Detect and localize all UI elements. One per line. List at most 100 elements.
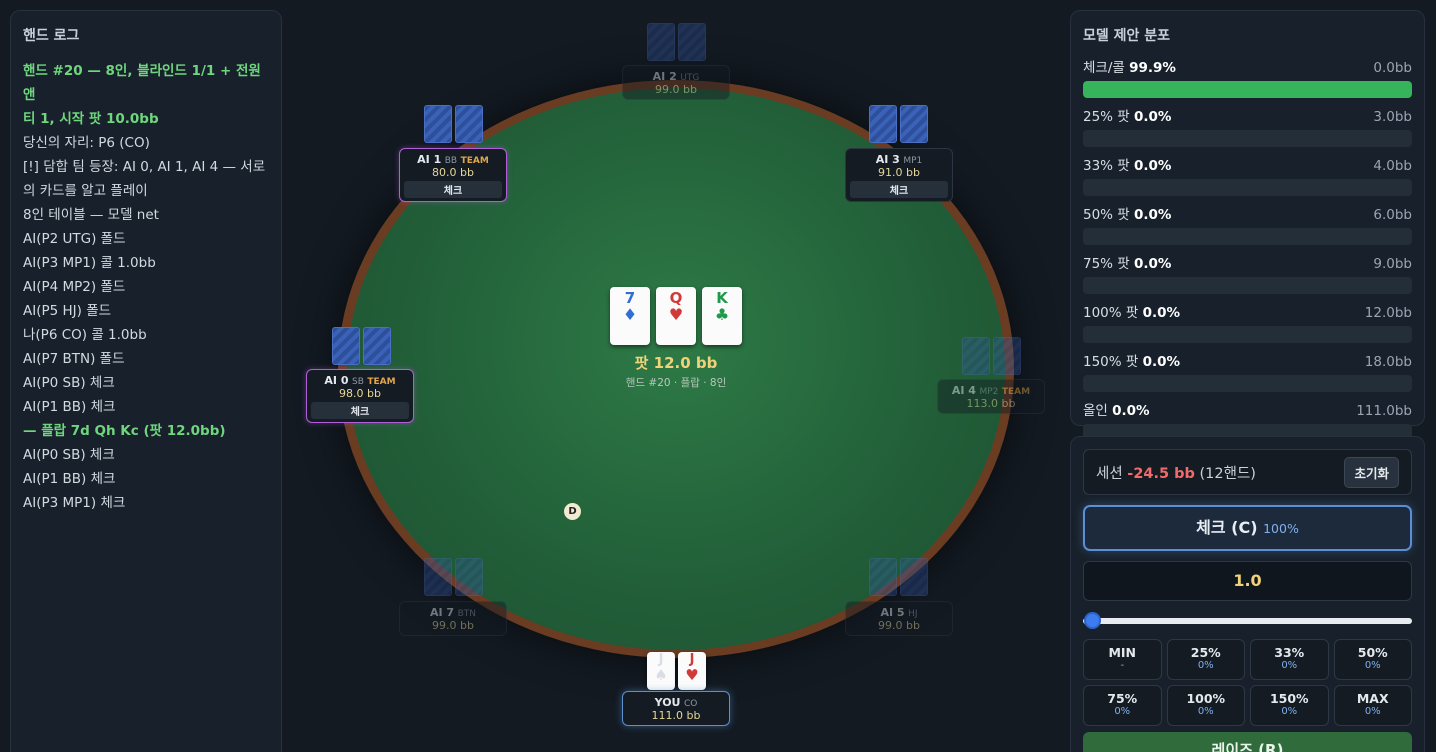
card-rank: J xyxy=(658,652,664,667)
bet-size-sub: - xyxy=(1120,660,1125,671)
bet-size-sub: 0% xyxy=(1364,706,1381,717)
distribution-percent: 0.0% xyxy=(1134,207,1172,223)
pot-subtitle: 핸드 #20 · 플랍 · 8인 xyxy=(625,377,727,389)
log-line: 핸드 #20 — 8인, 블라인드 1/1 + 전원 앤 xyxy=(23,63,261,103)
seat-stack: 80.0 bb xyxy=(432,166,474,179)
seat-name: AI 1 xyxy=(417,153,442,166)
seat-name: AI 0 xyxy=(324,374,349,387)
bet-size-button[interactable]: 75% 0% xyxy=(1083,685,1162,726)
distribution-row: 100% 팟 0.0% 12.0bb xyxy=(1083,304,1412,343)
distribution-bb: 111.0bb xyxy=(1356,403,1412,419)
distribution-bb: 0.0bb xyxy=(1373,60,1412,76)
seat-ai3: AI 3 MP1 91.0 bb 체크 xyxy=(845,148,953,202)
log-line: 의 카드를 알고 플레이 xyxy=(23,183,148,199)
seat-name: AI 3 xyxy=(875,153,900,166)
slider-handle[interactable] xyxy=(1084,612,1101,629)
distribution-label: 25% 팟 xyxy=(1083,109,1130,125)
distribution-bb: 12.0bb xyxy=(1364,305,1412,321)
distribution-bar-track xyxy=(1083,375,1412,392)
card-back xyxy=(678,23,706,61)
card-back xyxy=(647,23,675,61)
seat-ai5: AI 5 HJ 99.0 bb xyxy=(845,601,953,636)
distribution-label: 150% 팟 xyxy=(1083,354,1139,370)
seat-ai1: AI 1 BB TEAM 80.0 bb 체크 xyxy=(399,148,507,202)
bet-size-button[interactable]: 150% 0% xyxy=(1250,685,1329,726)
team-badge: TEAM xyxy=(367,377,396,387)
seat-position: MP2 xyxy=(979,387,999,397)
distribution-bar-track xyxy=(1083,326,1412,343)
bet-size-button[interactable]: MAX 0% xyxy=(1333,685,1412,726)
raise-button[interactable]: 레이즈 (R) xyxy=(1083,732,1412,752)
seat-position: UTG xyxy=(680,73,700,83)
distribution-row: 25% 팟 0.0% 3.0bb xyxy=(1083,108,1412,147)
log-line: AI(P3 MP1) 체크 xyxy=(23,495,126,511)
bet-size-label: 75% xyxy=(1107,691,1138,706)
seat-name: AI 2 xyxy=(652,70,677,83)
card-back xyxy=(332,327,360,365)
card-rank: J xyxy=(689,652,695,667)
distribution-label: 체크/콜 xyxy=(1083,60,1125,76)
seat-position: MP1 xyxy=(903,156,923,166)
card-suit: ♣ xyxy=(714,305,730,324)
seat-action: 체크 xyxy=(311,402,409,419)
seat-action: 체크 xyxy=(850,181,948,198)
card-back xyxy=(900,105,928,143)
seat-stack: 111.0 bb xyxy=(651,709,701,722)
seat-stack: 91.0 bb xyxy=(878,166,920,179)
log-line: [!] 담합 팀 등장: AI 0, AI 1, AI 4 — 서로 xyxy=(23,159,266,175)
seat-name: YOU xyxy=(654,696,681,709)
session-text: 세션 -24.5 bb (12핸드) xyxy=(1096,462,1256,483)
log-line: — 플랍 7d Qh Kc (팟 12.0bb) xyxy=(23,423,226,439)
card-suit: ♥ xyxy=(668,305,684,324)
bet-size-button[interactable]: 33% 0% xyxy=(1250,639,1329,680)
bet-size-label: MAX xyxy=(1356,691,1389,706)
bet-size-button[interactable]: 25% 0% xyxy=(1166,639,1245,680)
card-back xyxy=(455,558,483,596)
log-line: AI(P1 BB) 체크 xyxy=(23,399,116,415)
bet-size-sub: 0% xyxy=(1364,660,1381,671)
slider-track[interactable] xyxy=(1083,618,1412,624)
card-back xyxy=(993,337,1021,375)
log-line: AI(P4 MP2) 폴드 xyxy=(23,279,126,295)
seat-position: SB xyxy=(351,377,364,387)
distribution-bar-track xyxy=(1083,277,1412,294)
bet-size-button[interactable]: MIN - xyxy=(1083,639,1162,680)
distribution-row-head: 75% 팟 0.0% 9.0bb xyxy=(1083,255,1412,273)
bet-slider[interactable] xyxy=(1083,611,1412,631)
distribution-bb: 9.0bb xyxy=(1373,256,1412,272)
seat-ai0: AI 0 SB TEAM 98.0 bb 체크 xyxy=(306,369,414,423)
bet-size-button[interactable]: 100% 0% xyxy=(1166,685,1245,726)
distribution-bar-track xyxy=(1083,179,1412,196)
log-line: 8인 테이블 — 모델 net xyxy=(23,207,159,223)
seat-ai7: AI 7 BTN 99.0 bb xyxy=(399,601,507,636)
distribution-percent: 0.0% xyxy=(1142,305,1181,321)
card-back xyxy=(900,558,928,596)
log-line: AI(P7 BTN) 폴드 xyxy=(23,351,125,367)
log-line: 나(P6 CO) 콜 1.0bb xyxy=(23,327,147,343)
distribution-percent: 0.0% xyxy=(1134,109,1172,125)
session-summary: 세션 -24.5 bb (12핸드) 초기화 xyxy=(1083,449,1412,495)
log-line: AI(P0 SB) 체크 xyxy=(23,447,115,463)
distribution-row: 체크/콜 99.9% 0.0bb xyxy=(1083,59,1412,98)
bet-amount-input[interactable]: 1.0 xyxy=(1083,561,1412,601)
seat-stack: 99.0 bb xyxy=(655,83,697,96)
bet-size-label: 50% xyxy=(1357,645,1388,660)
seat-name: AI 5 xyxy=(880,606,905,619)
distribution-bb: 6.0bb xyxy=(1373,207,1412,223)
seat-ai2: AI 2 UTG 99.0 bb xyxy=(622,65,730,100)
distribution-label: 75% 팟 xyxy=(1083,256,1130,272)
distribution-bb: 4.0bb xyxy=(1373,158,1412,174)
log-line: 티 1, 시작 팟 10.0bb xyxy=(23,111,159,127)
bet-size-label: MIN xyxy=(1108,645,1137,660)
reset-button[interactable]: 초기화 xyxy=(1344,456,1399,488)
hand-log-list: 핸드 #20 — 8인, 블라인드 1/1 + 전원 앤티 1, 시작 팟 10… xyxy=(23,59,269,515)
card-back xyxy=(869,105,897,143)
dealer-button: D xyxy=(564,503,581,520)
bet-size-button[interactable]: 50% 0% xyxy=(1333,639,1412,680)
bet-size-sub: 0% xyxy=(1197,660,1214,671)
card-back xyxy=(424,105,452,143)
distribution-percent: 99.9% xyxy=(1129,60,1176,76)
check-button[interactable]: 체크 (C) 100% xyxy=(1083,505,1412,551)
distribution-label-wrap: 올인 0.0% xyxy=(1083,402,1150,420)
seat-ai4: AI 4 MP2 TEAM 113.0 bb xyxy=(937,379,1045,414)
